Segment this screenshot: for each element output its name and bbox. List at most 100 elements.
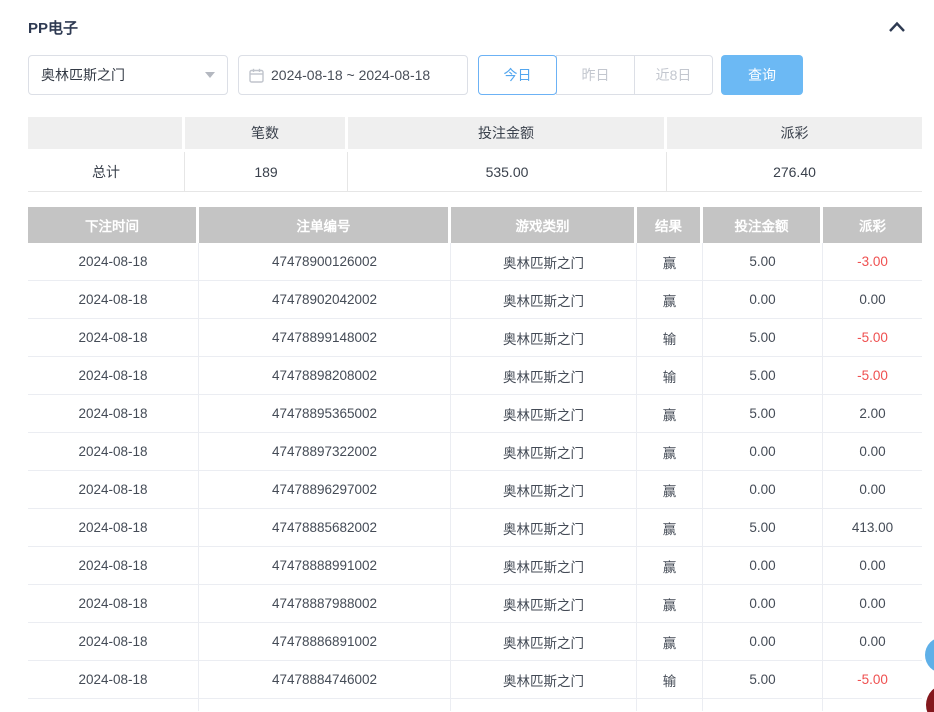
col-header-payout: 派彩 (823, 207, 922, 243)
table-row: 2024-08-1847478884746002奥林匹斯之门输5.00-5.00 (28, 661, 922, 699)
bet-id-cell: 47478897322002 (199, 433, 451, 471)
game-select[interactable]: 奥林匹斯之门 (28, 55, 228, 95)
date-range-picker[interactable]: 2024-08-18 ~ 2024-08-18 (238, 55, 468, 95)
result-cell: 赢 (637, 471, 703, 509)
summary-header-row: 笔数 投注金额 派彩 (28, 117, 922, 152)
bet-id-cell: 47478885682002 (199, 509, 451, 547)
yesterday-button[interactable]: 昨日 (556, 55, 635, 95)
payout-cell: -3.00 (823, 243, 922, 281)
game-category-cell: 奥林匹斯之门 (451, 243, 637, 281)
bet-id-cell: 47478896297002 (199, 471, 451, 509)
last-8-days-button[interactable]: 近8日 (634, 55, 713, 95)
summary-header-bet-amount: 投注金额 (348, 117, 667, 152)
bet-id-cell: 47478895365002 (199, 395, 451, 433)
payout-cell: -5.00 (823, 661, 922, 699)
bet-amount-cell: 0.00 (703, 433, 823, 471)
game-category-cell: 奥林匹斯之门 (451, 357, 637, 395)
bet-amount-cell: 5.00 (703, 357, 823, 395)
result-cell: 赢 (637, 623, 703, 661)
payout-cell: 0.00 (823, 433, 922, 471)
chevron-up-icon (888, 20, 906, 34)
payout-cell: 0.00 (823, 547, 922, 585)
bet-amount-cell: 5.00 (703, 395, 823, 433)
payout-cell: -5.00 (823, 319, 922, 357)
empty-cell (199, 699, 451, 711)
game-category-cell: 奥林匹斯之门 (451, 585, 637, 623)
bet-id-cell: 47478898208002 (199, 357, 451, 395)
game-category-cell: 奥林匹斯之门 (451, 661, 637, 699)
bet-amount-cell: 5.00 (703, 509, 823, 547)
bet-amount-cell: 0.00 (703, 547, 823, 585)
summary-total-label: 总计 (28, 152, 185, 192)
bet-time-cell: 2024-08-18 (28, 547, 199, 585)
result-cell: 赢 (637, 585, 703, 623)
result-cell: 赢 (637, 243, 703, 281)
bet-time-cell: 2024-08-18 (28, 661, 199, 699)
bet-id-cell: 47478884746002 (199, 661, 451, 699)
bet-time-cell: 2024-08-18 (28, 623, 199, 661)
bet-time-cell: 2024-08-18 (28, 433, 199, 471)
bet-table-body: 2024-08-1847478900126002奥林匹斯之门赢5.00-3.00… (28, 243, 922, 711)
table-row: 2024-08-1847478896297002奥林匹斯之门赢0.000.00 (28, 471, 922, 509)
bet-id-cell: 47478888991002 (199, 547, 451, 585)
table-row-partial (28, 699, 922, 711)
table-row: 2024-08-1847478902042002奥林匹斯之门赢0.000.00 (28, 281, 922, 319)
result-cell: 赢 (637, 433, 703, 471)
bet-amount-cell: 5.00 (703, 661, 823, 699)
bet-id-cell: 47478886891002 (199, 623, 451, 661)
payout-cell: 0.00 (823, 585, 922, 623)
summary-header-payout: 派彩 (667, 117, 922, 152)
payout-cell: 0.00 (823, 623, 922, 661)
bet-time-cell: 2024-08-18 (28, 357, 199, 395)
result-cell: 赢 (637, 547, 703, 585)
summary-total-count: 189 (185, 152, 348, 192)
col-header-result: 结果 (637, 207, 703, 243)
calendar-icon (249, 68, 264, 83)
result-cell: 输 (637, 319, 703, 357)
result-cell: 赢 (637, 281, 703, 319)
table-row: 2024-08-1847478900126002奥林匹斯之门赢5.00-3.00 (28, 243, 922, 281)
summary-table: 笔数 投注金额 派彩 总计 189 535.00 276.40 (28, 117, 922, 192)
summary-total-payout: 276.40 (667, 152, 922, 192)
bet-id-cell: 47478899148002 (199, 319, 451, 357)
col-header-game-category: 游戏类别 (451, 207, 637, 243)
bet-time-cell: 2024-08-18 (28, 585, 199, 623)
bet-id-cell: 47478902042002 (199, 281, 451, 319)
table-row: 2024-08-1847478887988002奥林匹斯之门赢0.000.00 (28, 585, 922, 623)
summary-total-bet-amount: 535.00 (348, 152, 667, 192)
filter-bar: 奥林匹斯之门 2024-08-18 ~ 2024-08-18 今日 昨日 近8日… (28, 55, 922, 95)
game-category-cell: 奥林匹斯之门 (451, 471, 637, 509)
game-category-cell: 奥林匹斯之门 (451, 319, 637, 357)
collapse-panel-button[interactable] (886, 16, 908, 38)
result-cell: 赢 (637, 395, 703, 433)
bet-table-header-row: 下注时间 注单编号 游戏类别 结果 投注金额 派彩 (28, 207, 922, 243)
today-button[interactable]: 今日 (478, 55, 557, 95)
col-header-bet-amount: 投注金额 (703, 207, 823, 243)
payout-cell: -5.00 (823, 357, 922, 395)
bet-time-cell: 2024-08-18 (28, 471, 199, 509)
bet-amount-cell: 0.00 (703, 623, 823, 661)
quick-range-group: 今日 昨日 近8日 (478, 55, 713, 95)
table-row: 2024-08-1847478885682002奥林匹斯之门赢5.00413.0… (28, 509, 922, 547)
page-title: PP电子 (28, 17, 78, 38)
payout-cell: 413.00 (823, 509, 922, 547)
bet-amount-cell: 5.00 (703, 243, 823, 281)
table-row: 2024-08-1847478898208002奥林匹斯之门输5.00-5.00 (28, 357, 922, 395)
query-button[interactable]: 查询 (721, 55, 803, 95)
col-header-bet-id: 注单编号 (199, 207, 451, 243)
panel-header: PP电子 (28, 14, 922, 40)
bet-time-cell: 2024-08-18 (28, 243, 199, 281)
result-cell: 赢 (637, 509, 703, 547)
pp-electronic-panel: PP电子 奥林匹斯之门 2024-08-18 ~ 2024- (0, 0, 934, 711)
game-category-cell: 奥林匹斯之门 (451, 623, 637, 661)
bet-time-cell: 2024-08-18 (28, 395, 199, 433)
game-category-cell: 奥林匹斯之门 (451, 433, 637, 471)
empty-cell (28, 699, 199, 711)
empty-cell (637, 699, 703, 711)
summary-total-row: 总计 189 535.00 276.40 (28, 152, 922, 192)
empty-cell (451, 699, 637, 711)
table-row: 2024-08-1847478897322002奥林匹斯之门赢0.000.00 (28, 433, 922, 471)
result-cell: 输 (637, 357, 703, 395)
chevron-down-icon (205, 72, 215, 78)
date-range-value: 2024-08-18 ~ 2024-08-18 (271, 67, 430, 83)
